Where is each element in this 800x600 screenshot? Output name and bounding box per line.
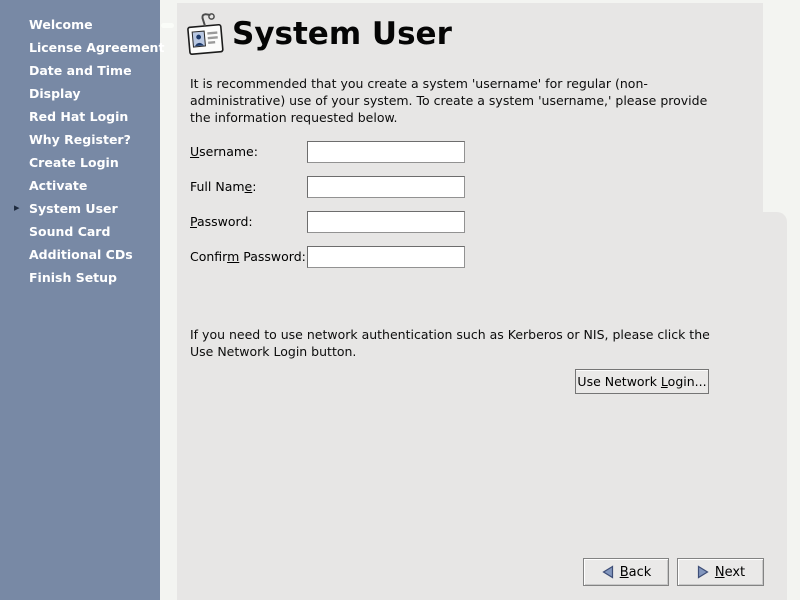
network-auth-paragraph: If you need to use network authenticatio…: [190, 326, 710, 360]
firstboot-window: { "colors": { "sidebar_bg": "#7889a5", "…: [0, 0, 800, 600]
label-mnemonic: m: [227, 249, 239, 264]
sidebar-item-label: Welcome: [29, 17, 93, 32]
button-label: Back: [620, 565, 652, 580]
sidebar-item-label: Why Register?: [29, 132, 131, 147]
label-text: :: [252, 179, 256, 194]
sidebar-item-label: License Agreement: [29, 40, 164, 55]
label-mnemonic: B: [620, 565, 629, 580]
label-text: assword:: [197, 214, 253, 229]
intro-line: It is recommended that you create a syst…: [190, 75, 707, 92]
password-label: Password:: [190, 211, 253, 233]
next-button[interactable]: Next: [677, 558, 764, 586]
back-button[interactable]: Back: [583, 558, 669, 586]
use-network-login-button[interactable]: Use Network Login...: [575, 369, 709, 394]
network-auth-line: If you need to use network authenticatio…: [190, 326, 710, 343]
label-text: Confir: [190, 249, 227, 264]
label-mnemonic: L: [661, 374, 668, 389]
pane-grip-handle[interactable]: [161, 23, 174, 28]
label-text: sername:: [199, 144, 258, 159]
username-label: Username:: [190, 141, 258, 163]
sidebar-item-display: Display: [0, 82, 160, 105]
intro-paragraph: It is recommended that you create a syst…: [190, 75, 707, 126]
network-auth-line: Use Network Login button.: [190, 343, 710, 360]
arrow-left-icon: [601, 565, 615, 579]
current-step-arrow-icon: ▸: [14, 197, 20, 220]
id-badge-icon: [185, 11, 225, 59]
label-text: ext: [725, 565, 746, 580]
intro-line: administrative) use of your system. To c…: [190, 92, 707, 109]
sidebar-item-create-login: Create Login: [0, 151, 160, 174]
full-name-label: Full Name:: [190, 176, 256, 198]
sidebar-item-finish-setup: Finish Setup: [0, 266, 160, 289]
sidebar-item-label: Activate: [29, 178, 87, 193]
label-mnemonic: N: [715, 565, 725, 580]
sidebar-item-label: Red Hat Login: [29, 109, 128, 124]
label-mnemonic: P: [190, 214, 197, 229]
sidebar-item-license-agreement: License Agreement: [0, 36, 160, 59]
arrow-right-icon: [696, 565, 710, 579]
label-text: ack: [629, 565, 652, 580]
sidebar-item-system-user: ▸ System User: [0, 197, 160, 220]
page-title: System User: [232, 16, 452, 52]
sidebar-item-additional-cds: Additional CDs: [0, 243, 160, 266]
sidebar-item-label: Additional CDs: [29, 247, 133, 262]
sidebar-item-why-register: Why Register?: [0, 128, 160, 151]
content-panel-bottom: [177, 212, 787, 600]
intro-line: the information requested below.: [190, 109, 707, 126]
sidebar-item-label: Sound Card: [29, 224, 110, 239]
steps-sidebar: Welcome License Agreement Date and Time …: [0, 0, 160, 600]
sidebar-item-red-hat-login: Red Hat Login: [0, 105, 160, 128]
button-label: Next: [715, 565, 745, 580]
sidebar-item-label: Date and Time: [29, 63, 132, 78]
sidebar-item-label: Create Login: [29, 155, 119, 170]
sidebar-item-label: Display: [29, 86, 81, 101]
confirm-password-field[interactable]: [307, 246, 465, 268]
label-text: ogin...: [668, 374, 707, 389]
sidebar-item-welcome: Welcome: [0, 13, 160, 36]
steps-list: Welcome License Agreement Date and Time …: [0, 0, 160, 289]
sidebar-item-sound-card: Sound Card: [0, 220, 160, 243]
sidebar-item-label: Finish Setup: [29, 270, 117, 285]
confirm-password-label: Confirm Password:: [190, 246, 306, 268]
sidebar-item-label: System User: [29, 201, 118, 216]
sidebar-item-date-and-time: Date and Time: [0, 59, 160, 82]
full-name-field[interactable]: [307, 176, 465, 198]
sidebar-item-activate: Activate: [0, 174, 160, 197]
label-text: Use Network: [577, 374, 661, 389]
label-mnemonic: U: [190, 144, 199, 159]
username-field[interactable]: [307, 141, 465, 163]
label-text: Full Nam: [190, 179, 245, 194]
label-text: Password:: [239, 249, 306, 264]
password-field[interactable]: [307, 211, 465, 233]
button-label: Use Network Login...: [577, 374, 706, 389]
